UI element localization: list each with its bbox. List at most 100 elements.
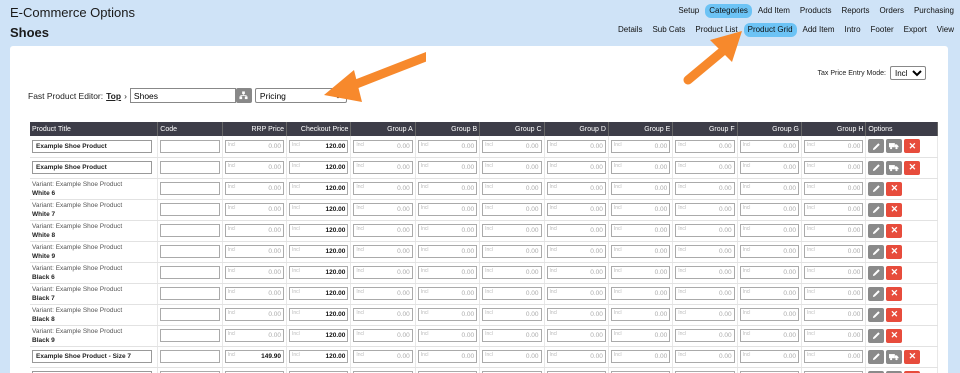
rrp-price-input[interactable]: Incl 0.00 [224,224,285,237]
group-e-price-input[interactable]: Incl 0.00 [610,245,671,258]
group-e-price-input[interactable]: Incl 0.00 [610,266,671,279]
rrp-price-input[interactable]: Incl 0.00 [224,287,285,300]
group-b-price-input[interactable]: Incl 0.00 [417,245,478,258]
group-g-price-input[interactable]: Incl 0.00 [739,224,800,237]
group-c-price-input[interactable]: Incl 0.00 [482,308,542,321]
group-b-price-input[interactable]: Incl 0.00 [417,139,478,153]
group-d-price-input[interactable]: Incl 0.00 [546,329,606,342]
rrp-price-input[interactable]: Incl 0.00 [224,203,285,216]
code-input[interactable] [160,245,220,258]
group-f-price-input[interactable]: Incl 0.00 [675,287,735,300]
group-f-price-input[interactable]: Incl 0.00 [675,161,735,174]
group-c-price-input[interactable]: Incl 0.00 [482,287,542,300]
checkout-price-input[interactable]: Incl 120.00 [289,287,349,300]
group-e-price-input[interactable]: Incl 0.00 [610,139,671,153]
nav-categories[interactable]: Categories [705,4,752,18]
group-c-price-input[interactable]: Incl 0.00 [482,266,542,279]
group-g-price-input[interactable]: Incl 0.00 [739,287,800,300]
edit-pencil-icon[interactable] [868,244,885,259]
nav-setup[interactable]: Setup [674,4,703,18]
rrp-price-input[interactable]: Incl 0.00 [224,245,285,258]
group-d-price-input[interactable]: Incl 0.00 [546,203,606,216]
code-input[interactable] [160,203,220,216]
delete-close-icon[interactable]: ✕ [886,328,903,343]
group-h-price-input[interactable]: Incl 0.00 [804,287,864,300]
group-b-price-input[interactable]: Incl 0.00 [417,266,478,279]
group-d-price-input[interactable]: Incl 0.00 [546,224,606,237]
group-g-price-input[interactable]: Incl 0.00 [739,139,800,153]
nav-purchasing[interactable]: Purchasing [910,4,958,18]
edit-pencil-icon[interactable] [868,349,885,364]
rrp-price-input[interactable]: Incl 0.00 [224,139,285,153]
code-input[interactable] [160,287,220,300]
edit-pencil-icon[interactable] [868,307,885,322]
group-h-price-input[interactable]: Incl 0.00 [804,308,864,321]
group-a-price-input[interactable]: Incl 0.00 [353,329,413,342]
nav-add-item[interactable]: Add Item [754,4,794,18]
checkout-price-input[interactable]: Incl 120.00 [289,350,349,363]
group-b-price-input[interactable]: Incl 0.00 [417,329,478,342]
group-e-price-input[interactable]: Incl 0.00 [610,203,671,216]
group-h-price-input[interactable]: Incl 0.00 [804,224,864,237]
group-e-price-input[interactable]: Incl 0.00 [610,287,671,300]
delete-close-icon[interactable]: ✕ [886,223,903,238]
checkout-price-input[interactable]: Incl 120.00 [289,245,349,258]
group-d-price-input[interactable]: Incl 0.00 [546,308,606,321]
checkout-price-input[interactable]: Incl 120.00 [289,139,349,153]
group-f-price-input[interactable]: Incl 0.00 [675,308,735,321]
edit-pencil-icon[interactable] [868,265,885,280]
subnav-export[interactable]: Export [900,23,931,37]
tax-mode-select[interactable]: Incl [890,66,926,80]
shipping-truck-icon[interactable] [886,349,903,364]
group-d-price-input[interactable]: Incl 0.00 [546,245,606,258]
group-g-price-input[interactable]: Incl 0.00 [739,161,800,174]
delete-close-icon[interactable]: ✕ [886,265,903,280]
code-input[interactable] [160,182,220,195]
code-input[interactable] [160,161,220,174]
code-input[interactable] [160,350,220,363]
delete-close-icon[interactable]: ✕ [886,307,903,322]
rrp-price-input[interactable]: Incl 0.00 [224,266,285,279]
group-d-price-input[interactable]: Incl 0.00 [546,266,606,279]
group-e-price-input[interactable]: Incl 0.00 [610,161,671,174]
edit-pencil-icon[interactable] [868,223,885,238]
shipping-truck-icon[interactable] [886,160,903,175]
group-f-price-input[interactable]: Incl 0.00 [675,350,735,363]
group-e-price-input[interactable]: Incl 0.00 [610,329,671,342]
group-f-price-input[interactable]: Incl 0.00 [675,203,735,216]
group-g-price-input[interactable]: Incl 0.00 [739,329,800,342]
delete-close-icon[interactable]: ✕ [886,181,903,196]
edit-pencil-icon[interactable] [868,328,885,343]
delete-close-icon[interactable]: ✕ [886,286,903,301]
group-d-price-input[interactable]: Incl 0.00 [546,161,606,174]
rrp-price-input[interactable]: Incl 0.00 [224,182,285,195]
rrp-price-input[interactable]: Incl 0.00 [224,161,285,174]
group-g-price-input[interactable]: Incl 0.00 [739,203,800,216]
product-title-input[interactable]: Example Shoe Product [32,161,152,174]
group-h-price-input[interactable]: Incl 0.00 [804,266,864,279]
group-e-price-input[interactable]: Incl 0.00 [610,224,671,237]
group-a-price-input[interactable]: Incl 0.00 [353,308,413,321]
group-f-price-input[interactable]: Incl 0.00 [675,224,735,237]
group-f-price-input[interactable]: Incl 0.00 [675,245,735,258]
group-h-price-input[interactable]: Incl 0.00 [804,245,864,258]
group-c-price-input[interactable]: Incl 0.00 [482,161,542,174]
group-e-price-input[interactable]: Incl 0.00 [610,350,671,363]
subnav-view[interactable]: View [933,23,958,37]
group-b-price-input[interactable]: Incl 0.00 [417,182,478,195]
group-b-price-input[interactable]: Incl 0.00 [417,161,478,174]
group-e-price-input[interactable]: Incl 0.00 [610,308,671,321]
edit-pencil-icon[interactable] [868,160,885,175]
sitemap-icon[interactable] [235,88,252,103]
group-d-price-input[interactable]: Incl 0.00 [546,182,606,195]
group-h-price-input[interactable]: Incl 0.00 [804,182,864,195]
group-b-price-input[interactable]: Incl 0.00 [417,287,478,300]
group-g-price-input[interactable]: Incl 0.00 [739,266,800,279]
delete-close-icon[interactable]: ✕ [886,202,903,217]
group-h-price-input[interactable]: Incl 0.00 [804,203,864,216]
shipping-truck-icon[interactable] [886,139,903,154]
group-h-price-input[interactable]: Incl 0.00 [804,139,864,153]
code-input[interactable] [160,266,220,279]
group-d-price-input[interactable]: Incl 0.00 [546,350,606,363]
subnav-details[interactable]: Details [614,23,646,37]
